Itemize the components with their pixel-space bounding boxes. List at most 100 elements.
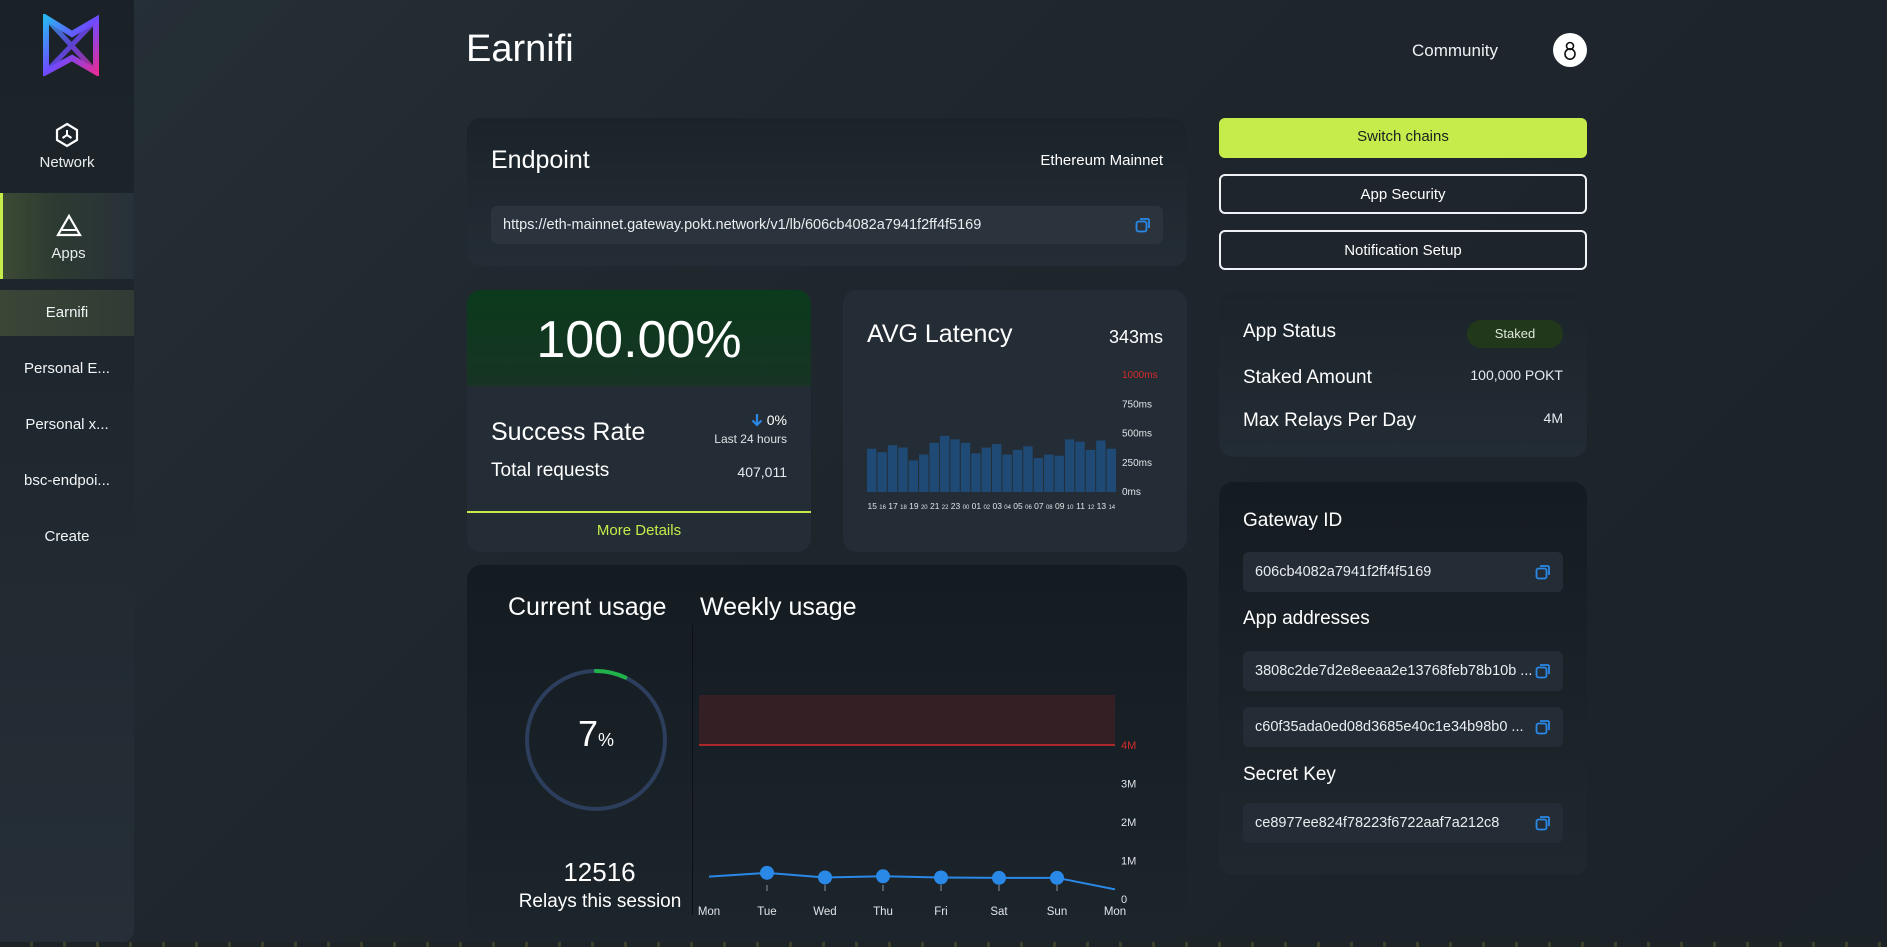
weekly-x-tick: Tue <box>757 906 776 915</box>
latency-x-tick: 12 <box>1088 505 1095 511</box>
secret-key-label: Secret Key <box>1243 764 1336 785</box>
weekly-x-tick: Fri <box>934 906 947 915</box>
copy-icon[interactable] <box>1535 564 1551 580</box>
latency-y-tick: 500ms <box>1122 429 1152 440</box>
latency-bar <box>981 447 991 492</box>
latency-bar <box>939 435 950 492</box>
latency-value: 343ms <box>1108 327 1163 347</box>
weekly-point <box>1050 870 1064 885</box>
staked-amount-value: 100,000 POKT <box>1470 367 1563 383</box>
community-link[interactable]: Community <box>1412 41 1498 61</box>
usage-separator <box>692 625 693 915</box>
latency-bar <box>908 460 919 492</box>
app-address-value: 3808c2de7d2e8eeaa2e13768feb78b10b ... <box>1255 663 1533 679</box>
current-usage-title: Current usage <box>508 593 667 621</box>
copy-icon[interactable] <box>1535 815 1551 831</box>
limit-zone <box>699 695 1115 745</box>
pokt-logo[interactable] <box>42 14 100 76</box>
latency-x-tick: 06 <box>1025 505 1032 511</box>
relays-count: 12516 <box>563 857 636 887</box>
latency-bar <box>1044 454 1054 492</box>
latency-y-tick: 250ms <box>1122 458 1152 469</box>
more-details-link[interactable]: More Details <box>467 522 811 539</box>
weekly-x-tick: Sun <box>1047 906 1067 915</box>
copy-icon[interactable] <box>1535 663 1551 679</box>
success-rate-period: Last 24 hours <box>714 432 787 446</box>
latency-bar <box>992 444 1002 492</box>
latency-x-tick: 20 <box>921 505 928 511</box>
avatar[interactable] <box>1553 33 1587 67</box>
weekly-x-tick: Thu <box>873 906 893 915</box>
sidebar-app-personal-e[interactable]: Personal E... <box>0 346 134 392</box>
latency-chart: 15 16 17 18 19 20 21 22 23 00 01 02 03 04 05 06 07 08 09 10… <box>867 370 1158 511</box>
latency-x-tick: 16 <box>879 505 886 511</box>
gateway-id-label: Gateway ID <box>1243 510 1343 531</box>
secret-key-field[interactable]: ce8977ee824f78223f6722aaf7a212c8 <box>1243 803 1563 843</box>
weekly-y-tick: 0 <box>1121 894 1127 906</box>
success-divider <box>467 511 811 513</box>
status-badge: Staked <box>1467 320 1563 348</box>
weekly-point <box>818 870 832 885</box>
nav-network[interactable]: Network <box>0 122 134 188</box>
weekly-usage-chart: 0 1M 2M 3M 4M Mon Tue Wed Thu Fri Sat Sun Mon <box>698 695 1136 915</box>
weekly-x-tick: Sat <box>990 906 1008 915</box>
gateway-id-field[interactable]: 606cb4082a7941f2ff4f5169 <box>1243 552 1563 592</box>
latency-bar <box>971 453 981 492</box>
latency-x-tick: 02 <box>983 505 990 511</box>
sidebar-app-earnifi[interactable]: Earnifi <box>0 290 134 336</box>
weekly-y-tick: 3M <box>1121 779 1136 791</box>
app-address-value: c60f35ada0ed08d3685e40c1e34b98b0 ... <box>1255 719 1524 735</box>
usage-card: Current usage Weekly usage 7% 12516 Rela… <box>467 565 1187 938</box>
success-rate-value: 100.00% <box>536 311 742 369</box>
success-rate-label: Success Rate <box>491 418 646 446</box>
latency-x-tick: 23 <box>951 501 961 511</box>
latency-x-tick: 04 <box>1004 505 1011 511</box>
sidebar-app-personal-x[interactable]: Personal x... <box>0 402 134 448</box>
latency-bar <box>1096 440 1106 492</box>
nav-apps-label: Apps <box>51 245 86 262</box>
copy-icon[interactable] <box>1135 217 1151 233</box>
latency-bar <box>877 452 887 492</box>
latency-x-tick: 17 <box>888 501 898 511</box>
app-status-card: App Status Staked Staked Amount 100,000 … <box>1219 293 1587 457</box>
sidebar-create-app[interactable]: Create <box>0 514 134 560</box>
weekly-y-tick: 2M <box>1121 817 1136 829</box>
app-security-button[interactable]: App Security <box>1219 174 1587 214</box>
latency-x-tick: 08 <box>1046 505 1053 511</box>
app-address-field[interactable]: 3808c2de7d2e8eeaa2e13768feb78b10b ... <box>1243 651 1563 691</box>
latency-x-tick: 11 <box>1076 501 1085 511</box>
weekly-x-tick: Wed <box>813 906 836 915</box>
sidebar-app-bsc-endpoint[interactable]: bsc-endpoi... <box>0 458 134 504</box>
latency-x-tick: 01 <box>972 501 982 511</box>
secret-key-value: ce8977ee824f78223f6722aaf7a212c8 <box>1255 815 1500 831</box>
nav-apps[interactable]: Apps <box>0 193 134 279</box>
endpoint-url-field[interactable]: https://eth-mainnet.gateway.pokt.network… <box>491 206 1163 244</box>
success-rate-change: 0% <box>751 412 787 428</box>
latency-bar <box>898 447 908 492</box>
latency-x-tick: 00 <box>963 505 970 511</box>
app-status-label: App Status <box>1243 321 1336 342</box>
latency-y-tick: 1000ms <box>1122 370 1158 381</box>
switch-chains-button[interactable]: Switch chains <box>1219 118 1587 158</box>
app-address-field[interactable]: c60f35ada0ed08d3685e40c1e34b98b0 ... <box>1243 707 1563 747</box>
usage-percent: 7% <box>541 713 651 755</box>
max-relays-value: 4M <box>1543 410 1563 426</box>
total-requests-label: Total requests <box>491 460 610 481</box>
app-addresses-label: App addresses <box>1243 608 1370 629</box>
weekly-point <box>760 865 774 880</box>
network-icon <box>55 122 79 148</box>
nav-network-label: Network <box>39 154 95 171</box>
gateway-card: Gateway ID 606cb4082a7941f2ff4f5169 App … <box>1219 482 1587 875</box>
latency-bar <box>1033 458 1044 492</box>
notification-setup-button[interactable]: Notification Setup <box>1219 230 1587 270</box>
copy-icon[interactable] <box>1535 719 1551 735</box>
weekly-y-tick: 4M <box>1121 740 1136 752</box>
success-rate-card: 100.00% Success Rate 0% Last 24 hours To… <box>467 290 811 552</box>
latency-x-tick: 07 <box>1034 501 1044 511</box>
latency-y-tick: 750ms <box>1122 399 1152 410</box>
success-rate-change-value: 0% <box>766 412 787 428</box>
user-icon <box>1564 41 1576 60</box>
endpoint-card: Endpoint Ethereum Mainnet https://eth-ma… <box>467 118 1187 266</box>
weekly-point <box>992 870 1006 885</box>
latency-title: AVG Latency <box>867 320 1013 348</box>
